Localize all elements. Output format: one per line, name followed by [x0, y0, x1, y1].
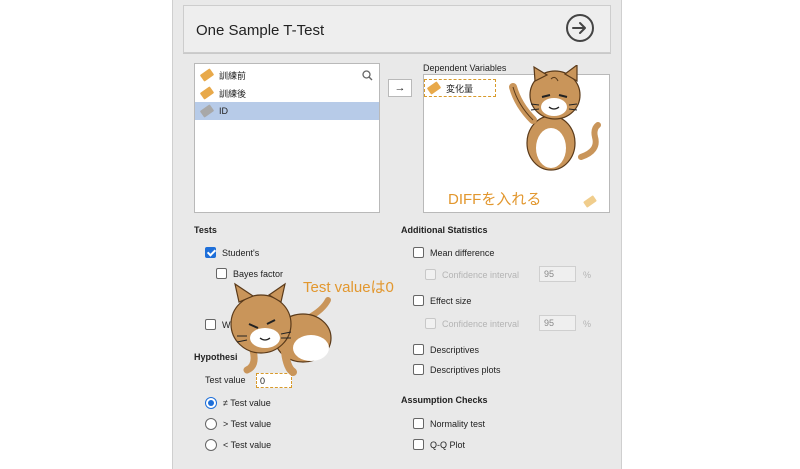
scale-icon: [426, 81, 442, 95]
variable-name: 変化量: [446, 83, 474, 94]
radio-not-equal[interactable]: ≠ Test value: [205, 397, 271, 409]
checkbox-icon: [413, 439, 424, 450]
checkbox-icon: [425, 318, 436, 329]
variable-list[interactable]: 訓練前 訓練後 ID: [194, 63, 380, 213]
variable-name: 訓練後: [219, 88, 247, 99]
scale-icon: [199, 86, 215, 100]
assign-button[interactable]: →: [388, 79, 412, 97]
checkbox-icon: [413, 344, 424, 355]
descriptives-checkbox[interactable]: Descriptives: [413, 344, 479, 355]
checkbox-icon: [413, 364, 424, 375]
qq-plot-checkbox[interactable]: Q-Q Plot: [413, 439, 465, 450]
tests-heading: Tests: [194, 225, 217, 235]
radio-icon: [205, 439, 217, 451]
checkbox-icon: [413, 247, 424, 258]
assumption-checks-heading: Assumption Checks: [401, 395, 488, 405]
additional-statistics-heading: Additional Statistics: [401, 225, 488, 235]
dependent-label: Dependent Variables: [423, 63, 507, 73]
checkbox-icon: [205, 319, 216, 330]
checkbox-icon: [205, 247, 216, 258]
variable-name: ID: [219, 106, 228, 116]
search-icon[interactable]: [362, 68, 373, 86]
radio-greater[interactable]: > Test value: [205, 418, 271, 430]
list-item[interactable]: 変化量: [424, 79, 496, 97]
list-item[interactable]: 訓練後: [195, 84, 379, 102]
confidence-interval-checkbox[interactable]: Confidence interval: [425, 269, 519, 280]
bayes-factor-checkbox[interactable]: Bayes factor: [216, 268, 283, 279]
list-item[interactable]: 訓練前: [195, 66, 379, 84]
ci-input-2[interactable]: 95: [539, 315, 576, 331]
test-value-annotation: Test valueは0: [303, 279, 394, 296]
cat-illustration: [509, 65, 601, 171]
list-item[interactable]: ID: [195, 102, 379, 120]
page-title: One Sample T-Test: [196, 22, 325, 39]
radio-less[interactable]: < Test value: [205, 439, 271, 451]
divider: [183, 53, 611, 54]
normality-test-checkbox[interactable]: Normality test: [413, 418, 485, 429]
mean-difference-checkbox[interactable]: Mean difference: [413, 247, 494, 258]
checkbox-icon: [425, 269, 436, 280]
nominal-icon: [199, 104, 215, 118]
radio-icon: [205, 397, 217, 409]
header-bar: One Sample T-Test: [183, 5, 611, 53]
students-checkbox[interactable]: Student's: [205, 247, 259, 258]
analysis-panel: One Sample T-Test 訓練前 訓練後 ID → Dependent…: [172, 0, 622, 469]
ci-input[interactable]: 95: [539, 266, 576, 282]
radio-icon: [205, 418, 217, 430]
diff-annotation: DIFFを入れる: [448, 191, 542, 208]
arrow-right-circle-icon[interactable]: [566, 14, 594, 42]
percent-label: %: [583, 270, 592, 280]
variable-name: 訓練前: [219, 70, 247, 81]
percent-label: %: [583, 319, 592, 329]
checkbox-icon: [413, 295, 424, 306]
effect-size-checkbox[interactable]: Effect size: [413, 295, 471, 306]
scale-icon: [199, 68, 215, 82]
scale-icon: [583, 195, 602, 208]
confidence-interval-checkbox-2[interactable]: Confidence interval: [425, 318, 519, 329]
checkbox-icon: [413, 418, 424, 429]
descriptives-plots-checkbox[interactable]: Descriptives plots: [413, 364, 501, 375]
checkbox-icon: [216, 268, 227, 279]
